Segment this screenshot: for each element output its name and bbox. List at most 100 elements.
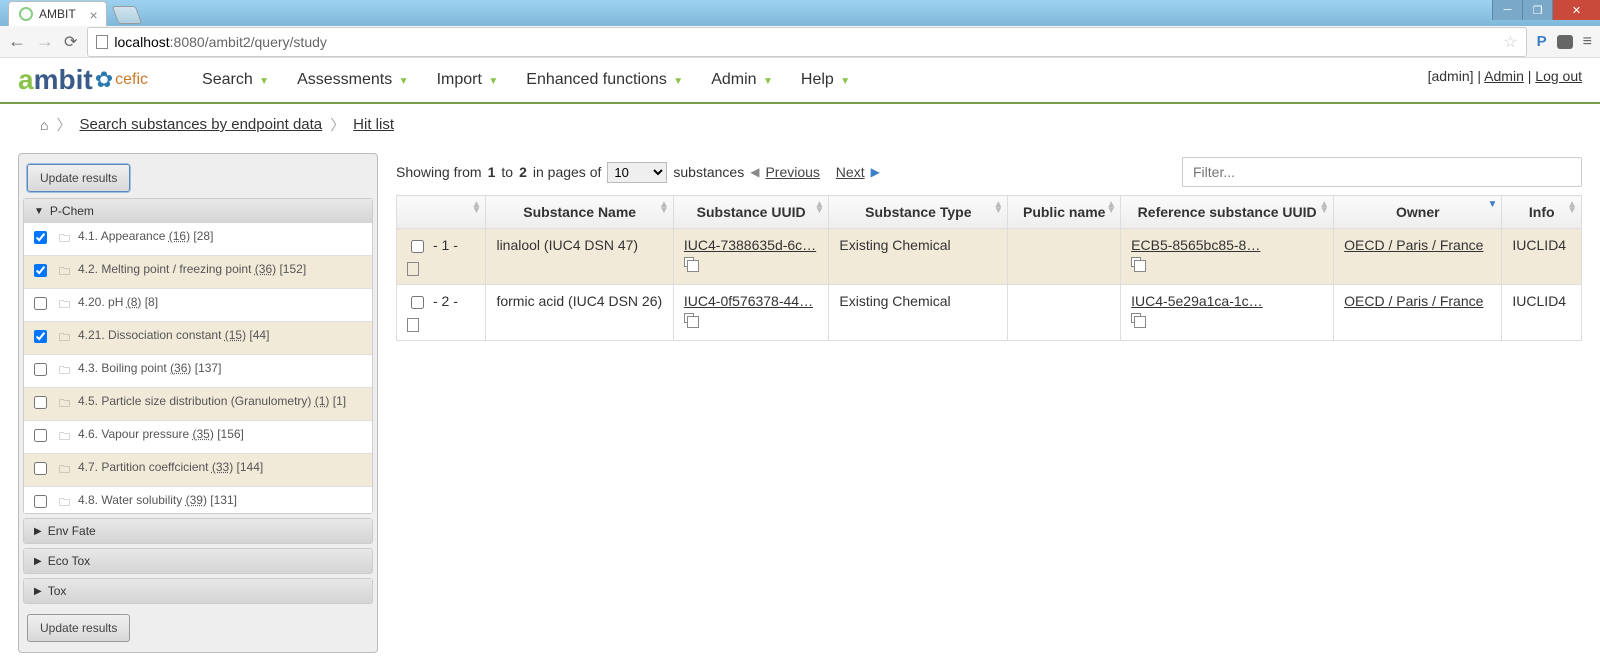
- filter-sidebar: Update results ▼ P-Chem 🗀4.1. Appearance…: [18, 153, 378, 653]
- column-header[interactable]: Substance Name▲▼: [486, 196, 673, 229]
- column-header[interactable]: Substance Type▲▼: [829, 196, 1008, 229]
- section-header-pchem[interactable]: ▼ P-Chem: [24, 199, 372, 223]
- nav-back-icon[interactable]: ←: [8, 31, 26, 52]
- owner-link[interactable]: OECD / Paris / France: [1344, 293, 1483, 309]
- window-close-button[interactable]: ✕: [1552, 0, 1600, 20]
- menu-admin[interactable]: Admin ▼: [697, 71, 787, 89]
- substance-uuid-link[interactable]: IUC4-7388635d-6c…: [684, 237, 816, 253]
- section-label: P-Chem: [50, 204, 94, 218]
- url-input[interactable]: localhost:8080/ambit2/query/study ☆: [87, 27, 1526, 57]
- breadcrumb-hitlist-link[interactable]: Hit list: [353, 116, 394, 133]
- window-minimize-button[interactable]: ─: [1492, 0, 1522, 20]
- menu-import[interactable]: Import ▼: [423, 71, 513, 89]
- section-label: Eco Tox: [48, 554, 90, 568]
- endpoint-checkbox[interactable]: [34, 264, 47, 277]
- tree-row[interactable]: 🗀4.8. Water solubility (39) [131]: [24, 487, 372, 513]
- document-icon[interactable]: [407, 318, 419, 332]
- nav-forward-icon[interactable]: →: [36, 31, 54, 52]
- copy-icon[interactable]: [684, 313, 694, 323]
- endpoint-checkbox[interactable]: [34, 462, 47, 475]
- url-text: localhost:8080/ambit2/query/study: [114, 34, 1497, 50]
- tree-row[interactable]: 🗀4.21. Dissociation constant (15) [44]: [24, 322, 372, 355]
- extension-icon[interactable]: [1557, 35, 1573, 49]
- tree-row[interactable]: 🗀4.5. Particle size distribution (Granul…: [24, 388, 372, 421]
- previous-link[interactable]: Previous: [765, 164, 819, 180]
- tree-label: 4.7. Partition coeffcicient (33) [144]: [78, 460, 362, 476]
- home-icon[interactable]: ⌂: [40, 117, 48, 133]
- chevron-right-icon: ▶: [34, 526, 42, 537]
- page-size-select[interactable]: 10: [607, 162, 667, 183]
- menu-assessments[interactable]: Assessments ▼: [283, 71, 423, 89]
- column-header[interactable]: Info▲▼: [1502, 196, 1582, 229]
- tree-row[interactable]: 🗀4.2. Melting point / freezing point (36…: [24, 256, 372, 289]
- info-cell: IUCLID4: [1502, 285, 1582, 341]
- document-icon[interactable]: [407, 262, 419, 276]
- substance-uuid-link[interactable]: IUC4-0f576378-44…: [684, 293, 813, 309]
- copy-icon[interactable]: [1131, 257, 1141, 267]
- copy-icon[interactable]: [1131, 313, 1141, 323]
- tree-row[interactable]: 🗀4.6. Vapour pressure (35) [156]: [24, 421, 372, 454]
- section-label: Tox: [48, 584, 67, 598]
- tree-label: 4.2. Melting point / freezing point (36)…: [78, 262, 362, 278]
- tree-label: 4.3. Boiling point (36) [137]: [78, 361, 362, 377]
- endpoint-checkbox[interactable]: [34, 429, 47, 442]
- row-checkbox[interactable]: [411, 296, 424, 309]
- sort-icon: ▲▼: [814, 202, 824, 214]
- menu-search[interactable]: Search ▼: [188, 71, 283, 89]
- tree-row[interactable]: 🗀4.3. Boiling point (36) [137]: [24, 355, 372, 388]
- logout-link[interactable]: Log out: [1535, 68, 1582, 84]
- chevron-down-icon: ▼: [840, 76, 850, 87]
- reference-uuid-link[interactable]: ECB5-8565bc85-8…: [1131, 237, 1260, 253]
- reference-uuid-link[interactable]: IUC4-5e29a1ca-1c…: [1131, 293, 1263, 309]
- tree-row[interactable]: 🗀4.7. Partition coeffcicient (33) [144]: [24, 454, 372, 487]
- tree-row[interactable]: 🗀4.1. Appearance (16) [28]: [24, 223, 372, 256]
- section-header-ecotox[interactable]: ▶ Eco Tox: [24, 549, 372, 573]
- update-results-button-bottom[interactable]: Update results: [27, 614, 130, 642]
- next-arrow-icon[interactable]: ▶: [871, 165, 880, 179]
- tab-close-icon[interactable]: ×: [89, 7, 97, 23]
- table-row: - 2 -formic acid (IUC4 DSN 26)IUC4-0f576…: [397, 285, 1582, 341]
- endpoint-checkbox[interactable]: [34, 495, 47, 508]
- column-header[interactable]: Reference substance UUID▲▼: [1121, 196, 1334, 229]
- next-link[interactable]: Next: [836, 164, 865, 180]
- section-header-tox[interactable]: ▶Tox: [24, 579, 372, 603]
- menu-enhanced-functions[interactable]: Enhanced functions ▼: [512, 71, 697, 89]
- browser-titlebar: AMBIT × ─ ❐ ✕: [0, 0, 1600, 26]
- endpoint-checkbox[interactable]: [34, 363, 47, 376]
- column-header[interactable]: Public name▲▼: [1008, 196, 1121, 229]
- results-table: ▲▼ Substance Name▲▼Substance UUID▲▼Substa…: [396, 195, 1582, 341]
- endpoint-checkbox[interactable]: [34, 231, 47, 244]
- reload-icon[interactable]: ⟳: [64, 32, 77, 52]
- endpoint-tree: 🗀4.1. Appearance (16) [28]🗀4.2. Melting …: [24, 223, 372, 513]
- section-header-envfate[interactable]: ▶Env Fate: [24, 519, 372, 543]
- endpoint-checkbox[interactable]: [34, 396, 47, 409]
- sort-icon: ▲▼: [472, 202, 482, 214]
- menu-help[interactable]: Help ▼: [787, 71, 864, 89]
- column-header[interactable]: Substance UUID▲▼: [673, 196, 828, 229]
- bookmark-star-icon[interactable]: ☆: [1503, 32, 1517, 52]
- browser-tab[interactable]: AMBIT ×: [8, 1, 107, 26]
- chrome-menu-icon[interactable]: ≡: [1583, 33, 1592, 51]
- row-checkbox[interactable]: [411, 240, 424, 253]
- public-name: [1008, 229, 1121, 285]
- column-header[interactable]: Owner▼: [1334, 196, 1502, 229]
- admin-link[interactable]: Admin: [1484, 68, 1524, 84]
- breadcrumb-search-link[interactable]: Search substances by endpoint data: [79, 116, 322, 133]
- endpoint-checkbox[interactable]: [34, 330, 47, 343]
- sort-icon: ▲▼: [1319, 202, 1329, 214]
- tree-row[interactable]: 🗀4.20. pH (8) [8]: [24, 289, 372, 322]
- column-header[interactable]: ▲▼: [397, 196, 486, 229]
- chevron-right-icon: ▶: [34, 556, 42, 567]
- owner-link[interactable]: OECD / Paris / France: [1344, 237, 1483, 253]
- copy-icon[interactable]: [684, 257, 694, 267]
- folder-icon: 🗀: [59, 395, 70, 414]
- row-number: - 1 -: [433, 237, 458, 253]
- prev-arrow-icon[interactable]: ◀: [750, 165, 759, 179]
- profile-icon[interactable]: P: [1537, 33, 1547, 50]
- browser-address-bar: ← → ⟳ localhost:8080/ambit2/query/study …: [0, 26, 1600, 58]
- new-tab-button[interactable]: [111, 6, 142, 24]
- window-maximize-button[interactable]: ❐: [1522, 0, 1552, 20]
- filter-input[interactable]: [1182, 157, 1582, 187]
- update-results-button[interactable]: Update results: [27, 164, 130, 192]
- endpoint-checkbox[interactable]: [34, 297, 47, 310]
